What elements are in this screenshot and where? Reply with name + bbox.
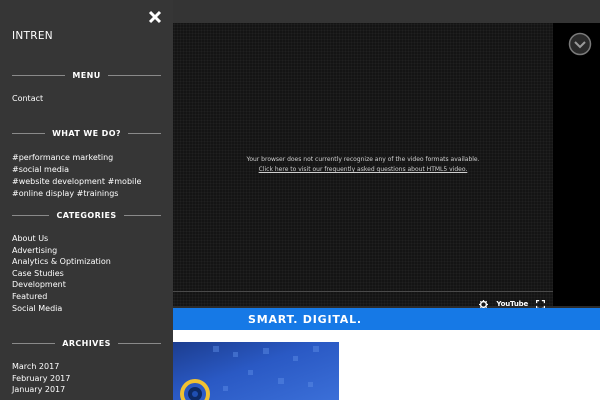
video-error-message: Your browser does not currently recogniz…	[173, 155, 553, 175]
tag-cloud: #performance marketing #social media #we…	[12, 152, 162, 200]
tag-link[interactable]: #online display	[12, 189, 74, 198]
tagline-banner: SMART. DIGITAL.	[173, 308, 600, 330]
category-link[interactable]: Development	[12, 279, 66, 291]
category-link[interactable]: Advertising	[12, 245, 57, 257]
chevron-down-icon	[568, 32, 592, 56]
menu-item-contact[interactable]: Contact	[12, 93, 43, 105]
tag-link[interactable]: #website development	[12, 177, 105, 186]
banner-tagline: SMART. DIGITAL.	[248, 313, 362, 326]
archive-link[interactable]: March 2017	[12, 361, 59, 373]
post-thumbnail[interactable]	[173, 342, 339, 400]
video-progress-bar[interactable]	[173, 291, 553, 292]
categories-title: CATEGORIES	[56, 210, 117, 220]
thumbnail-image	[180, 346, 319, 400]
youtube-logo-link[interactable]: YouTube	[496, 300, 528, 308]
tag-link[interactable]: #social media	[12, 165, 69, 174]
menu-title: MENU	[72, 70, 101, 80]
video-format-message: Your browser does not currently recogniz…	[246, 156, 480, 163]
category-link[interactable]: Analytics & Optimization	[12, 256, 111, 268]
category-link[interactable]: Social Media	[12, 303, 62, 315]
category-link[interactable]: Case Studies	[12, 268, 64, 280]
archives-title: ARCHIVES	[62, 338, 111, 348]
video-side-strip	[553, 23, 600, 306]
archive-link[interactable]: January 2017	[12, 384, 65, 396]
menu-section-header: MENU	[12, 69, 161, 81]
archives-section-header: ARCHIVES	[12, 337, 162, 349]
sidebar: INTREN MENU Contact WHAT WE DO? #perform…	[0, 0, 173, 400]
tag-link[interactable]: #trainings	[77, 189, 119, 198]
intren-logo[interactable]: INTREN	[12, 28, 58, 42]
category-link[interactable]: About Us	[12, 233, 48, 245]
tag-link[interactable]: #performance marketing	[12, 153, 113, 162]
close-icon	[148, 10, 162, 24]
scroll-down-button[interactable]	[568, 32, 592, 56]
what-we-do-section-header: WHAT WE DO?	[12, 127, 162, 139]
html5-faq-link[interactable]: Click here to visit our frequently asked…	[259, 166, 468, 173]
categories-section-header: CATEGORIES	[12, 209, 161, 221]
what-we-do-title: WHAT WE DO?	[52, 128, 121, 138]
category-link[interactable]: Featured	[12, 291, 47, 303]
archive-link[interactable]: February 2017	[12, 373, 70, 385]
close-menu-button[interactable]	[145, 7, 165, 27]
svg-text:INTREN: INTREN	[12, 30, 53, 42]
video-player[interactable]: Your browser does not currently recogniz…	[173, 23, 553, 309]
tag-link[interactable]: #mobile	[108, 177, 142, 186]
page: Your browser does not currently recogniz…	[0, 0, 600, 400]
